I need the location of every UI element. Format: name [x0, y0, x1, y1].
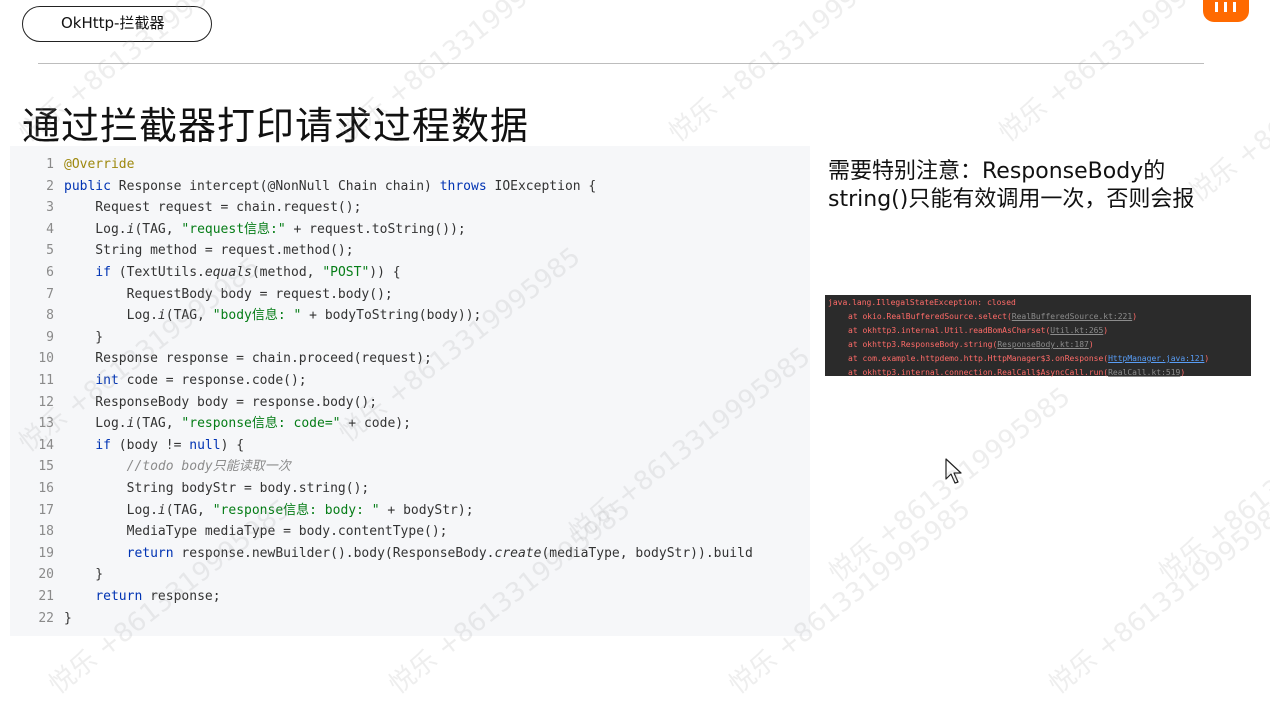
code-text: if (TextUtils.equals(method, "POST")) {	[95, 265, 401, 280]
exception-line: java.lang.IllegalStateException: closed	[828, 298, 1016, 307]
stack-frame: at okhttp3.internal.Util.readBomAsCharse…	[848, 326, 1109, 335]
code-text: MediaType mediaType = body.contentType()…	[64, 524, 448, 540]
code-text: Log.i(TAG, "response信息: code=" + code);	[64, 416, 411, 432]
code-text: public Response intercept(@NonNull Chain…	[64, 178, 597, 194]
note-text: 需要特别注意：ResponseBody的string()只能有效调用一次，否则会…	[828, 159, 1195, 212]
watermark-text: 悦乐 +8613319995985	[993, 0, 1247, 149]
code-line: 9 }	[10, 327, 103, 349]
code-line: 7 RequestBody body = request.body();	[10, 284, 393, 306]
code-text: Response response = chain.proceed(reques…	[64, 351, 432, 367]
code-line: 20 }	[10, 564, 103, 586]
code-line: 13 Log.i(TAG, "response信息: code=" + code…	[10, 413, 411, 435]
code-text: }	[64, 610, 72, 626]
watermark-text: 悦乐 +8613319995985	[663, 0, 917, 149]
code-text: Log.i(TAG, "response信息: body: " + bodySt…	[64, 502, 474, 518]
line-number: 11	[38, 373, 54, 388]
source-link[interactable]: RealBufferedSource.kt:221	[1012, 312, 1132, 321]
code-text: Request request = chain.request();	[64, 200, 362, 216]
stack-frame: at okio.RealBufferedSource.select(RealBu…	[848, 312, 1138, 321]
code-line: 3 Request request = chain.request();	[10, 197, 361, 219]
code-text: return response;	[95, 589, 221, 604]
line-number: 7	[46, 286, 54, 302]
code-text: ResponseBody body = response.body();	[64, 394, 378, 410]
code-line: 5 String method = request.method();	[10, 240, 354, 262]
code-line: 6 if (TextUtils.equals(method, "POST")) …	[10, 262, 401, 284]
code-text: return response.newBuilder().body(Respon…	[126, 545, 753, 561]
code-line: 17 Log.i(TAG, "response信息: body: " + bod…	[10, 500, 474, 522]
console-output: java.lang.IllegalStateException: closed …	[825, 295, 1251, 377]
source-link[interactable]: ResponseBody.kt:187	[997, 340, 1089, 349]
line-number: 2	[46, 178, 54, 194]
code-line: 19 return response.newBuilder().body(Res…	[10, 543, 753, 565]
code-text: RequestBody body = request.body();	[64, 286, 393, 302]
code-text: if (body != null) {	[95, 437, 245, 453]
code-line: 18 MediaType mediaType = body.contentTyp…	[10, 521, 448, 543]
mouse-pointer-icon	[945, 458, 962, 484]
line-number: 15	[38, 459, 54, 475]
watermark-text: 悦乐 +8613319995985	[1153, 381, 1270, 589]
code-line: 16 String bodyStr = body.string();	[10, 478, 369, 500]
code-line: 21 return response;	[10, 586, 221, 608]
code-line: 10 Response response = chain.proceed(req…	[10, 348, 432, 370]
section-tag-label: OkHttp-拦截器	[61, 14, 165, 32]
code-text: @Override	[64, 157, 135, 172]
code-line: 14 if (body != null) {	[10, 435, 244, 457]
code-line: 22}	[10, 608, 72, 630]
code-text: }	[64, 329, 104, 345]
source-link[interactable]: HttpManager.java:121	[1108, 354, 1204, 363]
line-number: 21	[38, 589, 54, 604]
header-divider	[38, 63, 1204, 64]
source-link[interactable]: RealCall.kt:519	[1108, 368, 1180, 377]
code-block: 1 @Override 2 public Response intercept(@No…	[10, 146, 810, 636]
code-text: int code = response.code();	[95, 373, 307, 388]
line-number: 9	[46, 329, 54, 345]
code-line: 1 @Override	[10, 154, 134, 176]
line-number: 14	[38, 437, 54, 453]
code-text: Log.i(TAG, "body信息: " + bodyToString(bod…	[64, 308, 482, 324]
line-number: 16	[38, 481, 54, 496]
stack-frame: at okhttp3.internal.connection.RealCall$…	[848, 368, 1186, 377]
code-line: 2 public Response intercept(@NonNull Chai…	[10, 176, 596, 198]
stack-frame: at com.example.httpdemo.http.HttpManager…	[848, 354, 1210, 363]
source-link[interactable]: Util.kt:265	[1050, 326, 1103, 335]
code-line: 4 Log.i(TAG, "request信息:" + request.toSt…	[10, 219, 466, 241]
code-line: 11 int code = response.code();	[10, 370, 307, 392]
line-number: 12	[38, 394, 54, 410]
line-number: 17	[38, 502, 54, 518]
line-number: 13	[38, 416, 54, 432]
stack-frame: at okhttp3.ResponseBody.string(ResponseB…	[848, 340, 1094, 349]
line-number: 3	[46, 200, 54, 216]
line-number: 8	[46, 308, 54, 324]
line-number: 6	[46, 265, 54, 280]
line-number: 22	[38, 610, 54, 626]
watermark-text: 悦乐 +8613319995985	[1043, 493, 1270, 701]
code-text: }	[64, 567, 104, 583]
line-number: 5	[46, 243, 54, 259]
line-number: 10	[38, 351, 54, 367]
code-line: 12 ResponseBody body = response.body();	[10, 392, 377, 414]
slide-title: 通过拦截器打印请求过程数据	[22, 104, 530, 148]
line-number: 1	[46, 157, 54, 172]
section-tag: OkHttp-拦截器	[22, 6, 212, 42]
code-text: String method = request.method();	[64, 243, 354, 259]
code-text: String bodyStr = body.string();	[64, 481, 370, 496]
code-text: Log.i(TAG, "request信息:" + request.toStri…	[64, 221, 466, 237]
code-line: 15 //todo body只能读取一次	[10, 456, 291, 478]
line-number: 20	[38, 567, 54, 583]
line-number: 4	[46, 221, 54, 237]
brand-logo-icon	[1203, 0, 1249, 22]
line-number: 18	[38, 524, 54, 540]
code-text: //todo body只能读取一次	[64, 459, 291, 475]
line-number: 19	[38, 545, 54, 561]
code-line: 8 Log.i(TAG, "body信息: " + bodyToString(b…	[10, 305, 481, 327]
